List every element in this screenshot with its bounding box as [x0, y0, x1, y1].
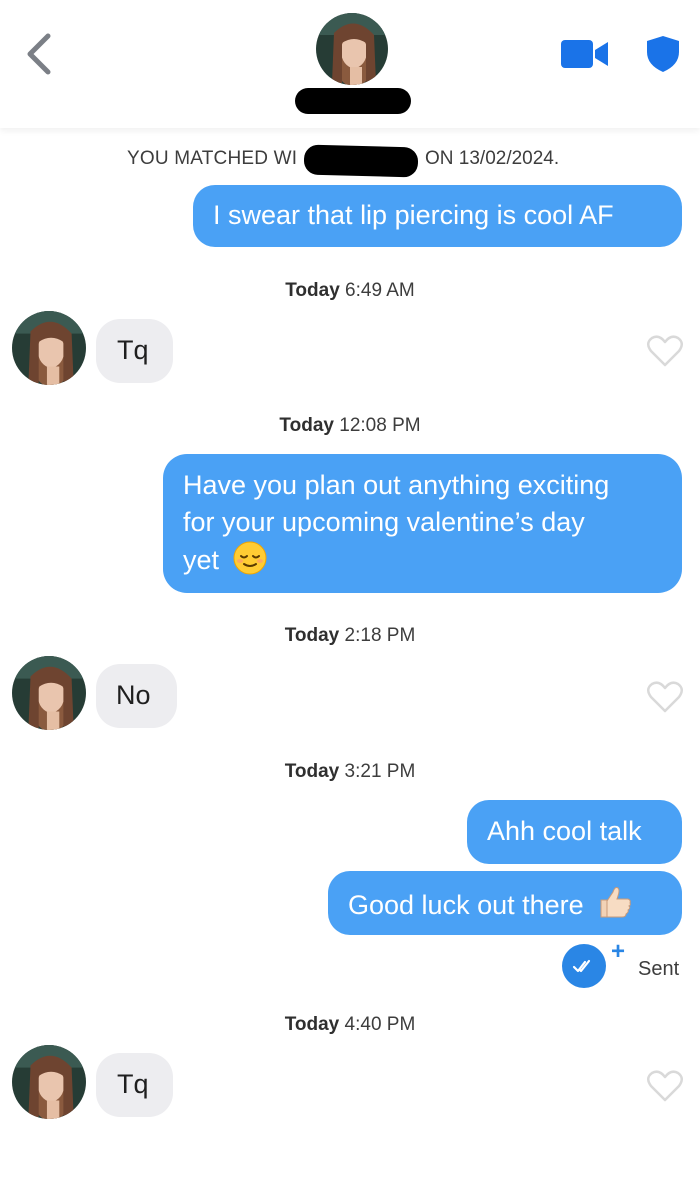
sender-avatar[interactable]	[12, 1045, 86, 1119]
chat-header	[0, 0, 700, 128]
read-receipt-button[interactable]	[562, 944, 606, 988]
relieved-face-icon	[233, 541, 267, 575]
message-incoming[interactable]: Tq	[96, 319, 173, 383]
back-button[interactable]	[22, 32, 58, 76]
message-outgoing[interactable]: Good luck out there	[328, 871, 682, 935]
like-button[interactable]	[647, 681, 683, 713]
timestamp: Today 3:21 PM	[284, 761, 416, 782]
timestamp: Today 6:49 AM	[285, 280, 415, 301]
sender-avatar[interactable]	[12, 656, 86, 730]
video-call-button[interactable]	[561, 38, 609, 70]
message-text: I swear that lip piercing is cool AF	[213, 200, 614, 230]
match-info: YOU MATCHED WI ON 13/02/2024.	[0, 144, 700, 178]
sent-label: Sent	[638, 958, 680, 980]
timestamp: Today 12:08 PM	[279, 415, 421, 436]
message-incoming[interactable]: No	[96, 664, 177, 728]
video-camera-icon	[561, 40, 608, 68]
like-button[interactable]	[647, 1070, 683, 1102]
message-line: yet	[183, 545, 220, 575]
redacted-name	[295, 88, 411, 114]
message-outgoing[interactable]: Have you plan out anything exciting for …	[163, 454, 682, 593]
shield-icon	[647, 36, 679, 72]
heart-icon	[647, 1070, 683, 1102]
safety-toolkit-button[interactable]	[646, 35, 680, 73]
match-prefix: YOU MATCHED WI	[127, 148, 298, 169]
plus-icon: +	[611, 938, 626, 965]
sender-avatar[interactable]	[12, 311, 86, 385]
message-line: for your upcoming valentine’s day	[183, 507, 585, 537]
like-button[interactable]	[647, 335, 683, 367]
message-text: Tq	[117, 1069, 149, 1099]
message-text: Ahh cool talk	[487, 816, 642, 846]
message-outgoing[interactable]: I swear that lip piercing is cool AF	[193, 185, 682, 247]
timestamp: Today 4:40 PM	[284, 1014, 416, 1035]
match-avatar[interactable]	[316, 13, 388, 85]
double-check-icon	[572, 959, 591, 973]
match-date: ON 13/02/2024.	[425, 148, 560, 169]
message-outgoing[interactable]: Ahh cool talk	[467, 800, 682, 864]
message-line: Have you plan out anything exciting	[183, 470, 610, 500]
message-text: Good luck out there	[348, 890, 584, 920]
chevron-left-icon	[27, 33, 51, 75]
timestamp: Today 2:18 PM	[284, 625, 416, 646]
redacted-match-name	[303, 144, 419, 178]
thumbs-up-icon	[600, 887, 631, 918]
sent-status: + Sent	[562, 938, 688, 990]
heart-icon	[647, 681, 683, 713]
heart-icon	[647, 335, 683, 367]
message-text: No	[116, 680, 151, 710]
message-incoming[interactable]: Tq	[96, 1053, 173, 1117]
message-text: Tq	[117, 335, 149, 365]
